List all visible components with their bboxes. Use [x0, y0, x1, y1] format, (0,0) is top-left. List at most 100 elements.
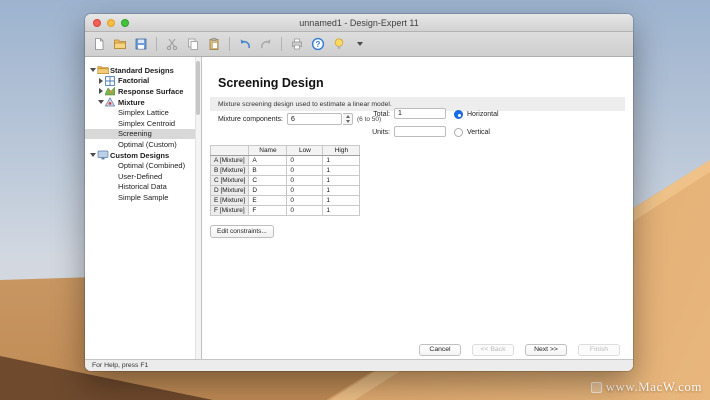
sidebar-item-label: Standard Designs — [110, 66, 174, 75]
titlebar[interactable]: unnamed1 - Design-Expert 11 — [85, 14, 633, 32]
disclosure-triangle-icon[interactable] — [97, 78, 105, 84]
sidebar-scrollbar[interactable] — [195, 57, 201, 359]
table-row: B [Mixture] B 0 1 — [211, 166, 360, 176]
zoom-window-button[interactable] — [121, 19, 129, 27]
sidebar-item-label: Simplex Lattice — [118, 108, 169, 117]
print-icon[interactable] — [289, 36, 305, 52]
low-cell[interactable]: 0 — [287, 166, 323, 176]
row-header-cell: E [Mixture] — [211, 196, 249, 206]
redo-icon[interactable] — [258, 36, 274, 52]
new-file-icon[interactable] — [91, 36, 107, 52]
sidebar-item-user-defined[interactable]: User-Defined — [85, 171, 201, 182]
stepper-down-icon[interactable] — [346, 120, 350, 123]
high-cell[interactable]: 1 — [323, 206, 360, 216]
high-cell[interactable]: 1 — [323, 156, 360, 166]
cancel-button[interactable]: Cancel — [419, 344, 461, 356]
table-row: F [Mixture] F 0 1 — [211, 206, 360, 216]
mixture-components-input[interactable] — [287, 113, 342, 125]
units-label: Units: — [360, 129, 390, 136]
sidebar-item-simple-sample[interactable]: Simple Sample — [85, 192, 201, 203]
app-window: unnamed1 - Design-Expert 11 ? Standard D… — [85, 14, 633, 371]
sidebar-item-optimal-custom[interactable]: Optimal (Custom) — [85, 139, 201, 150]
page-title: Screening Design — [218, 76, 324, 90]
name-cell[interactable]: D — [249, 186, 287, 196]
copy-icon[interactable] — [185, 36, 201, 52]
window-title: unnamed1 - Design-Expert 11 — [299, 18, 418, 28]
sidebar-item-label: Response Surface — [118, 87, 183, 96]
name-cell[interactable]: C — [249, 176, 287, 186]
disclosure-triangle-icon[interactable] — [97, 88, 105, 94]
radio-horizontal-label: Horizontal — [467, 111, 499, 118]
components-stepper[interactable] — [343, 113, 353, 125]
save-icon[interactable] — [133, 36, 149, 52]
name-cell[interactable]: F — [249, 206, 287, 216]
sidebar-item-label: Custom Designs — [110, 151, 169, 160]
table-header-row: Name Low High — [211, 146, 360, 156]
total-input[interactable] — [394, 108, 446, 119]
macw-logo-icon — [591, 382, 602, 393]
sidebar-item-optimal-combined[interactable]: Optimal (Combined) — [85, 160, 201, 171]
sidebar-item-label: Simple Sample — [118, 193, 168, 202]
radio-horizontal[interactable]: Horizontal — [454, 110, 499, 119]
help-icon[interactable]: ? — [310, 36, 326, 52]
status-text: For Help, press F1 — [92, 362, 148, 369]
sidebar-item-simplex-centroid[interactable]: Simplex Centroid — [85, 118, 201, 129]
stepper-up-icon[interactable] — [346, 115, 350, 118]
next-button[interactable]: Next >> — [525, 344, 567, 356]
disclosure-triangle-icon[interactable] — [89, 68, 97, 72]
low-cell[interactable]: 0 — [287, 186, 323, 196]
units-input[interactable] — [394, 126, 446, 137]
wizard-buttons: Cancel << Back Next >> Finish — [419, 344, 620, 356]
design-tree-sidebar: Standard Designs Factorial Response Surf… — [85, 57, 202, 359]
cut-icon[interactable] — [164, 36, 180, 52]
toolbar-overflow-caret-icon[interactable] — [352, 36, 368, 52]
traffic-lights — [93, 14, 129, 31]
paste-icon[interactable] — [206, 36, 222, 52]
high-cell[interactable]: 1 — [323, 196, 360, 206]
scrollbar-thumb[interactable] — [196, 61, 200, 115]
monitor-icon — [97, 150, 110, 160]
undo-icon[interactable] — [237, 36, 253, 52]
total-label: Total: — [360, 111, 390, 118]
sidebar-item-simplex-lattice[interactable]: Simplex Lattice — [85, 107, 201, 118]
high-cell[interactable]: 1 — [323, 186, 360, 196]
row-header-cell: A [Mixture] — [211, 156, 249, 166]
sidebar-item-factorial[interactable]: Factorial — [85, 76, 201, 87]
sidebar-item-custom-designs[interactable]: Custom Designs — [85, 150, 201, 161]
name-cell[interactable]: E — [249, 196, 287, 206]
radio-vertical-label: Vertical — [467, 129, 490, 136]
disclosure-triangle-icon[interactable] — [97, 100, 105, 104]
name-cell[interactable]: B — [249, 166, 287, 176]
low-cell[interactable]: 0 — [287, 206, 323, 216]
folder-icon — [97, 65, 110, 75]
sidebar-item-screening[interactable]: Screening — [85, 129, 201, 140]
sidebar-item-label: Optimal (Custom) — [118, 140, 177, 149]
disclosure-triangle-icon[interactable] — [89, 153, 97, 157]
name-cell[interactable]: A — [249, 156, 287, 166]
sidebar-item-response-surface[interactable]: Response Surface — [85, 86, 201, 97]
high-column-header: High — [323, 146, 360, 156]
low-cell[interactable]: 0 — [287, 176, 323, 186]
toolbar: ? — [85, 32, 633, 57]
sidebar-item-historical-data[interactable]: Historical Data — [85, 182, 201, 193]
mixture-components-label: Mixture components: — [218, 116, 283, 123]
components-table: Name Low High A [Mixture] A 0 1 B [Mixtu… — [210, 145, 360, 216]
low-cell[interactable]: 0 — [287, 156, 323, 166]
tips-lightbulb-icon[interactable] — [331, 36, 347, 52]
row-header-cell: D [Mixture] — [211, 186, 249, 196]
radio-vertical[interactable]: Vertical — [454, 128, 490, 137]
content-area: Standard Designs Factorial Response Surf… — [85, 57, 633, 359]
edit-constraints-button[interactable]: Edit constraints... — [210, 225, 274, 238]
sidebar-item-standard-designs[interactable]: Standard Designs — [85, 65, 201, 76]
close-window-button[interactable] — [93, 19, 101, 27]
radio-selected-icon — [454, 110, 463, 119]
high-cell[interactable]: 1 — [323, 176, 360, 186]
high-cell[interactable]: 1 — [323, 166, 360, 176]
minimize-window-button[interactable] — [107, 19, 115, 27]
status-bar: For Help, press F1 — [85, 359, 633, 371]
toolbar-separator — [156, 37, 157, 51]
open-file-icon[interactable] — [112, 36, 128, 52]
low-cell[interactable]: 0 — [287, 196, 323, 206]
sidebar-item-mixture[interactable]: Mixture — [85, 97, 201, 108]
back-button: << Back — [472, 344, 514, 356]
